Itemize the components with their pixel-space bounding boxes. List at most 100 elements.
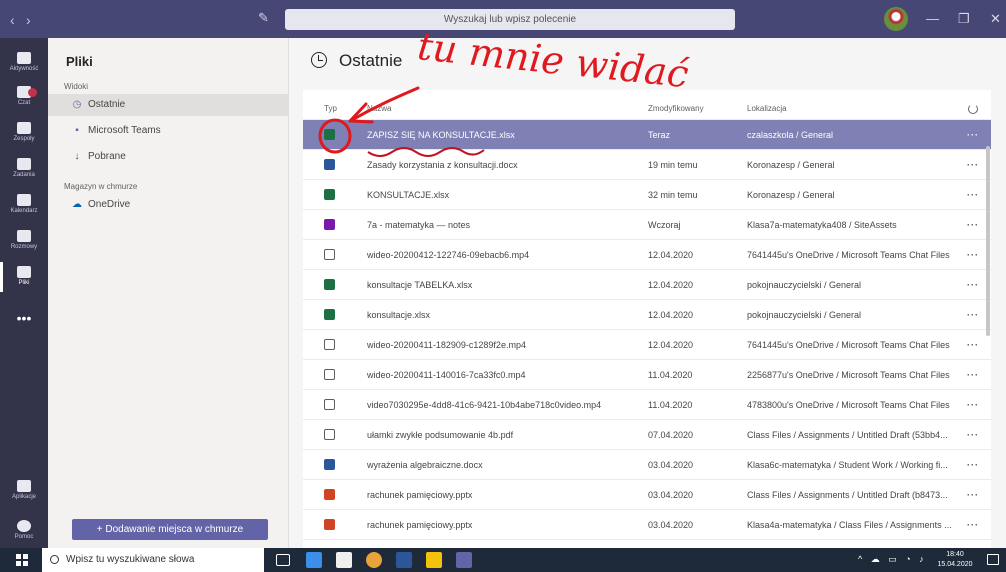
more-options-button[interactable]: ···	[963, 340, 983, 350]
file-name[interactable]: wideo-20200411-182909-c1289f2e.mp4	[367, 340, 632, 350]
table-row[interactable]: 7a - matematyka — notes Wczoraj Klasa7a-ma…	[303, 210, 991, 240]
table-row[interactable]: rachunek pamięciowy.pptx 03.04.2020 Klasa4…	[303, 510, 991, 540]
file-location: Klasa7a-matematyka408 / SiteAssets	[747, 220, 897, 230]
nav-item-onedrive[interactable]: ☁ OneDrive	[48, 194, 288, 216]
file-name[interactable]: konsultacje TABELKA.xlsx	[367, 280, 632, 290]
file-location: Class Files / Assignments / Untitled Dra…	[747, 430, 948, 440]
table-row[interactable]: Zasady korzystania z konsultacji.docx 19 …	[303, 150, 991, 180]
excel-file-icon	[324, 129, 335, 140]
maximize-button[interactable]: ❐	[958, 11, 970, 27]
rail-item-teams[interactable]: Zespoły	[0, 122, 48, 142]
table-row[interactable]: konsultacje.xlsx 12.04.2020 pokojnauczycie…	[303, 300, 991, 330]
column-header-location[interactable]: Lokalizacja	[747, 104, 787, 113]
notification-center-icon[interactable]	[987, 554, 999, 565]
add-cloud-storage-button[interactable]: + Dodawanie miejsca w chmurze	[72, 519, 268, 540]
page-title: Ostatnie	[339, 51, 403, 70]
file-name[interactable]: konsultacje.xlsx	[367, 310, 632, 320]
nav-item-downloads[interactable]: ↓ Pobrane	[48, 146, 288, 168]
taskbar-search-input[interactable]: Wpisz tu wyszukiwane słowa	[42, 548, 264, 572]
rail-item-activity[interactable]: Aktywność	[0, 52, 48, 72]
table-row[interactable]: wyrażenia algebraiczne.docx 03.04.2020 Kla…	[303, 450, 991, 480]
nav-item-microsoft-teams[interactable]: ▪ Microsoft Teams	[48, 120, 288, 142]
table-row[interactable]: KONSULTACJE.xlsx 32 min temu Koronazesp / …	[303, 180, 991, 210]
minimize-button[interactable]: —	[926, 11, 939, 26]
avatar[interactable]	[884, 7, 908, 31]
rail-item-calendar[interactable]: Kalendarz	[0, 194, 48, 214]
more-apps-icon[interactable]: •••	[0, 310, 48, 326]
table-row[interactable]: ułamki zwykłe podsumowanie 4b.pdf 07.04.2…	[303, 420, 991, 450]
column-header-name[interactable]: Nazwa	[367, 104, 391, 113]
video-file-icon	[324, 339, 335, 350]
file-modified: 03.04.2020	[648, 460, 694, 470]
column-header-modified[interactable]: Zmodyfikowany	[648, 104, 704, 113]
excel-file-icon	[324, 309, 335, 320]
rail-item-calls[interactable]: Rozmowy	[0, 230, 48, 250]
file-name[interactable]: video7030295e-4dd8-41c6-9421-10b4abe718c…	[367, 400, 632, 410]
more-options-button[interactable]: ···	[963, 310, 983, 320]
rail-item-assignments[interactable]: Zadania	[0, 158, 48, 178]
table-row[interactable]: video7030295e-4dd8-41c6-9421-10b4abe718c…	[303, 390, 991, 420]
command-search-input[interactable]: Wyszukaj lub wpisz polecenie	[285, 9, 735, 30]
taskbar-clock[interactable]: 18:40 15.04.2020	[935, 550, 975, 570]
file-location: 7641445u's OneDrive / Microsoft Teams Ch…	[747, 340, 950, 350]
file-name[interactable]: rachunek pamięciowy.pptx	[367, 490, 632, 500]
more-options-button[interactable]: ···	[963, 490, 983, 500]
compose-icon[interactable]: ✎	[258, 10, 274, 26]
file-name[interactable]: wideo-20200412-122746-09ebacb6.mp4	[367, 250, 632, 260]
bell-icon	[17, 52, 31, 64]
close-button[interactable]: ✕	[990, 11, 1001, 27]
file-explorer-icon[interactable]	[306, 552, 322, 568]
rail-item-apps[interactable]: Aplikacje	[0, 480, 48, 500]
more-options-button[interactable]: ···	[963, 460, 983, 470]
more-options-button[interactable]: ···	[963, 400, 983, 410]
file-name[interactable]: Zasady korzystania z konsultacji.docx	[367, 160, 632, 170]
file-name[interactable]: KONSULTACJE.xlsx	[367, 190, 632, 200]
rail-item-chat[interactable]: Czat	[0, 86, 48, 106]
more-options-button[interactable]: ···	[963, 130, 983, 140]
file-location: Klasa6c-matematyka / Student Work / Work…	[747, 460, 948, 470]
phone-icon	[17, 230, 31, 242]
windows-start-icon[interactable]	[16, 554, 28, 566]
table-row[interactable]: wideo-20200412-122746-09ebacb6.mp4 12.04.…	[303, 240, 991, 270]
file-name[interactable]: wideo-20200411-140016-7ca33fc0.mp4	[367, 370, 632, 380]
table-row[interactable]: wideo-20200411-140016-7ca33fc0.mp4 11.04.…	[303, 360, 991, 390]
files-table: Typ Nazwa Zmodyfikowany Lokalizacja ZAPI…	[303, 90, 991, 548]
store-icon[interactable]	[336, 552, 352, 568]
nav-item-recent[interactable]: ◷ Ostatnie	[48, 94, 288, 116]
file-location: pokojnauczycielski / General	[747, 280, 862, 290]
back-icon[interactable]: ‹	[10, 12, 15, 28]
rail-item-label: Zadania	[13, 172, 35, 178]
table-row[interactable]: wideo-20200411-182909-c1289f2e.mp4 12.04.…	[303, 330, 991, 360]
rail-item-files[interactable]: Pliki	[0, 262, 48, 292]
scrollbar[interactable]	[986, 146, 990, 336]
column-header-type[interactable]: Typ	[324, 104, 337, 113]
more-options-button[interactable]: ···	[963, 220, 983, 230]
file-name[interactable]: ZAPISZ SIĘ NA KONSULTACJE.xlsx	[367, 130, 632, 140]
word-icon[interactable]	[396, 552, 412, 568]
file-modified: 11.04.2020	[648, 400, 693, 410]
more-options-button[interactable]: ···	[963, 160, 983, 170]
more-options-button[interactable]: ···	[963, 190, 983, 200]
clock-icon	[311, 52, 327, 68]
table-row[interactable]: konsultacje TABELKA.xlsx 12.04.2020 pokojn…	[303, 270, 991, 300]
file-name[interactable]: rachunek pamięciowy.pptx	[367, 520, 632, 530]
chrome-icon[interactable]	[366, 552, 382, 568]
more-options-button[interactable]: ···	[963, 520, 983, 530]
refresh-icon[interactable]	[968, 104, 978, 114]
task-view-icon[interactable]	[276, 554, 290, 566]
rail-item-label: Aktywność	[9, 66, 39, 72]
table-row[interactable]: rachunek pamięciowy.pptx 03.04.2020 Class …	[303, 480, 991, 510]
file-name[interactable]: 7a - matematyka — notes	[367, 220, 632, 230]
more-options-button[interactable]: ···	[963, 430, 983, 440]
table-row[interactable]: ZAPISZ SIĘ NA KONSULTACJE.xlsx Teraz czala…	[303, 120, 991, 150]
more-options-button[interactable]: ···	[963, 250, 983, 260]
rail-item-help[interactable]: Pomoc	[0, 520, 48, 540]
more-options-button[interactable]: ···	[963, 370, 983, 380]
app-icon[interactable]	[426, 552, 442, 568]
file-name[interactable]: wyrażenia algebraiczne.docx	[367, 460, 632, 470]
more-options-button[interactable]: ···	[963, 280, 983, 290]
forward-icon[interactable]: ›	[26, 12, 31, 28]
system-tray-icons[interactable]: ^ ☁ ▭ ◔ ♪	[858, 554, 927, 565]
teams-icon[interactable]	[456, 552, 472, 568]
file-name[interactable]: ułamki zwykłe podsumowanie 4b.pdf	[367, 430, 632, 440]
